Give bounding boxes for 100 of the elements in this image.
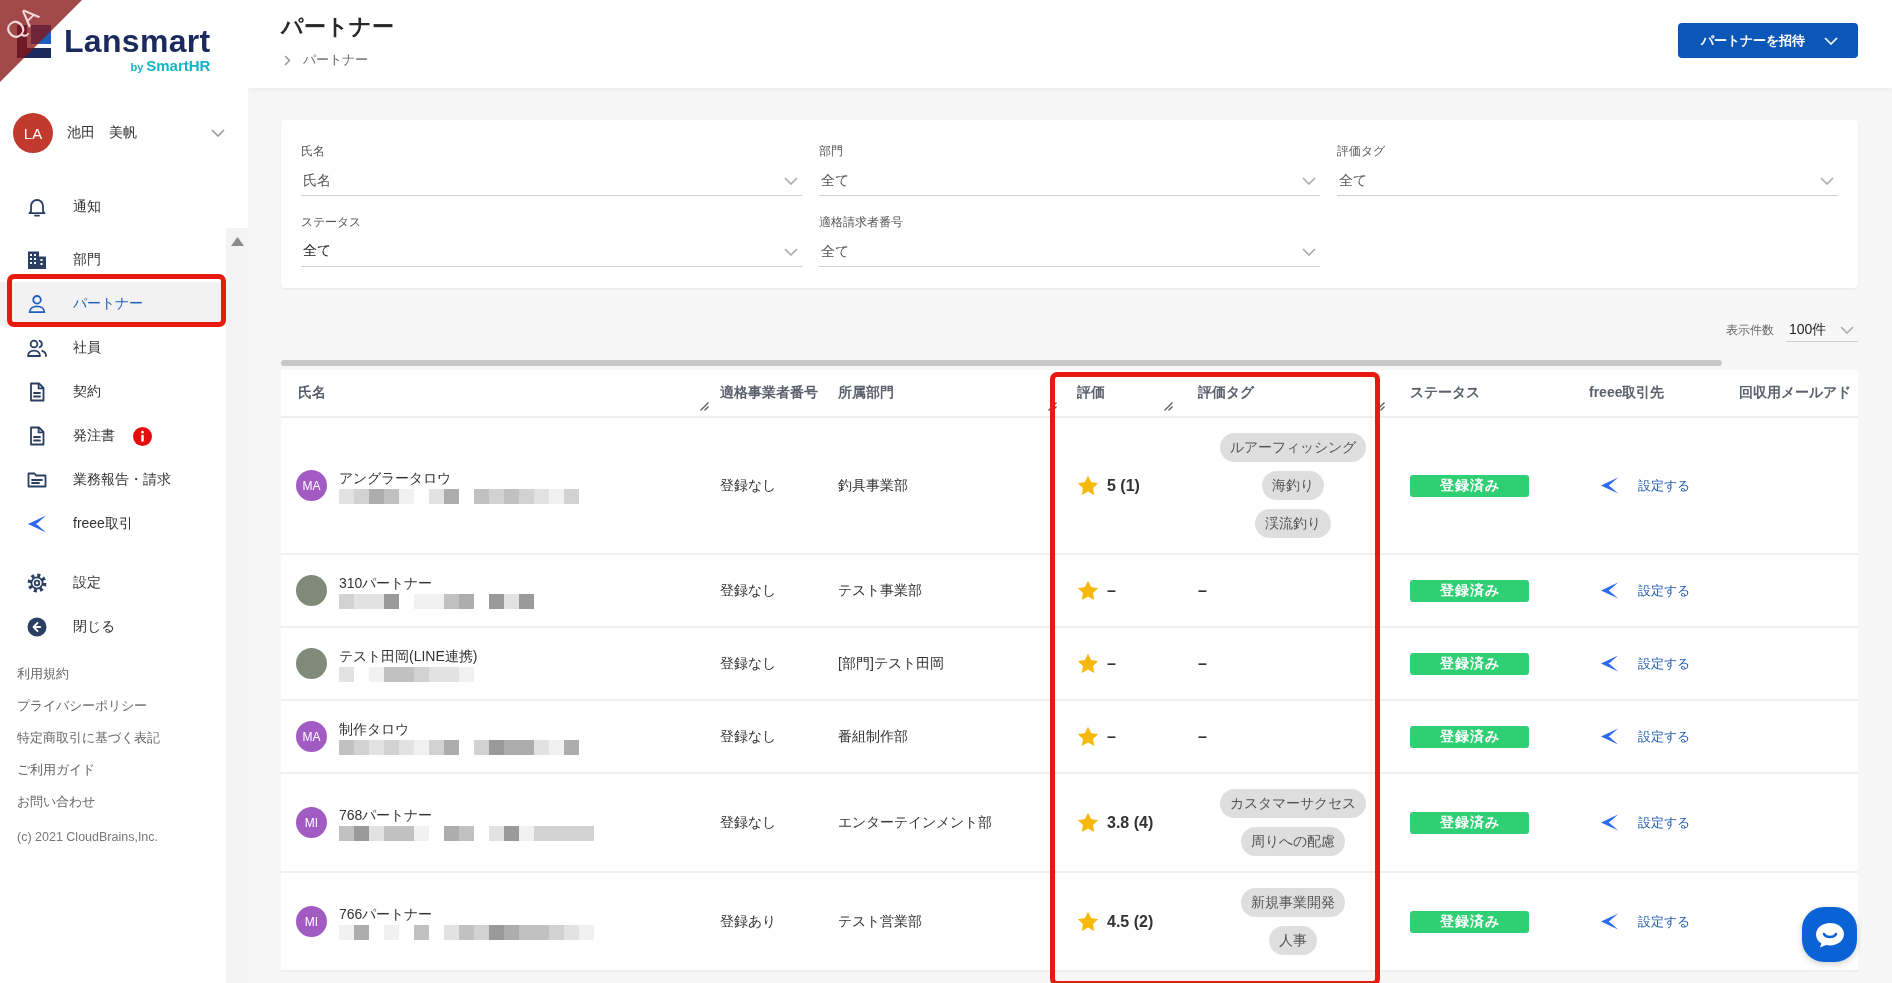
- tag: 人事: [1269, 926, 1317, 955]
- field-label: ステータス: [301, 215, 361, 230]
- footer-link[interactable]: 特定商取引に基づく表記: [17, 722, 160, 754]
- footer-link[interactable]: ご利用ガイド: [17, 754, 95, 786]
- chevron-down-icon: [1824, 36, 1838, 45]
- status-badge: 登録済み: [1410, 652, 1529, 675]
- document-icon: [27, 426, 47, 446]
- footer-link[interactable]: プライバシーポリシー: [17, 690, 147, 722]
- nav-item[interactable]: 設定: [0, 561, 226, 605]
- page-title: パートナー: [281, 13, 394, 41]
- column-header: 回収用メールアド: [1739, 384, 1851, 402]
- logo-brand: SmartHR: [146, 58, 211, 74]
- nav-item[interactable]: 通知: [0, 185, 226, 229]
- avatar-photo: [296, 575, 327, 606]
- column-header: 氏名: [298, 384, 326, 402]
- field-label: 表示件数: [1726, 321, 1774, 339]
- partner-name[interactable]: 766パートナー: [339, 903, 433, 924]
- setup-link[interactable]: 設定する: [1638, 476, 1690, 495]
- partner-name[interactable]: 制作タロウ: [339, 718, 409, 739]
- user-avatar: LA: [13, 113, 53, 153]
- arrowhead-icon: [1600, 581, 1619, 600]
- column-header: freee取引先: [1589, 384, 1665, 402]
- chevron-down-icon[interactable]: [1820, 177, 1834, 185]
- select-field[interactable]: 全て: [301, 236, 802, 267]
- chevron-down-icon[interactable]: [1302, 177, 1316, 185]
- select-field[interactable]: 全て: [819, 165, 1320, 196]
- page-size-select[interactable]: 100件: [1786, 318, 1858, 342]
- star-icon: [1077, 475, 1099, 496]
- setup-link[interactable]: 設定する: [1638, 654, 1690, 673]
- nav-item[interactable]: 部門: [0, 238, 226, 282]
- field-label: 適格請求者番号: [819, 215, 903, 230]
- tag: 周りへの配慮: [1241, 827, 1345, 856]
- star-icon: [1077, 580, 1099, 601]
- status-badge: 登録済み: [1410, 725, 1529, 748]
- rating-value: –: [1107, 581, 1116, 600]
- select-field[interactable]: 全て: [1337, 165, 1838, 196]
- scroll-up-icon[interactable]: [230, 237, 244, 246]
- nav-item[interactable]: 社員: [0, 326, 226, 370]
- avatar-photo: [296, 648, 327, 679]
- empty-value: –: [1198, 581, 1207, 600]
- select-field[interactable]: 氏名: [301, 165, 802, 196]
- left-arrow-circle-icon: [27, 617, 47, 637]
- partner-name[interactable]: 768パートナー: [339, 804, 433, 825]
- star-icon: [1077, 812, 1099, 833]
- field-label: 部門: [819, 144, 843, 159]
- rating-value: 5 (1): [1107, 476, 1140, 495]
- arrowhead-icon: [1600, 813, 1619, 832]
- setup-link[interactable]: 設定する: [1638, 813, 1690, 832]
- person-icon: [27, 294, 47, 314]
- tag: 渓流釣り: [1255, 509, 1331, 538]
- chevron-down-icon: [1840, 325, 1854, 334]
- nav-item[interactable]: 業務報告・請求: [0, 458, 226, 502]
- avatar: MI: [296, 807, 327, 838]
- chevron-down-icon[interactable]: [784, 248, 798, 256]
- nav-item[interactable]: 発注書: [0, 414, 226, 458]
- partner-name[interactable]: テスト田岡(LINE連携): [339, 645, 478, 666]
- setup-link[interactable]: 設定する: [1638, 727, 1690, 746]
- resize-handle-icon[interactable]: [700, 402, 709, 411]
- tag: カスタマーサクセス: [1220, 789, 1366, 818]
- column-header: 適格事業者番号: [720, 384, 818, 402]
- chevron-down-icon[interactable]: [784, 177, 798, 185]
- user-name: 池田 美帆: [67, 124, 137, 142]
- partner-name[interactable]: アングラータロウ: [339, 467, 451, 488]
- rating-value: 3.8 (4): [1107, 813, 1154, 832]
- rating-value: –: [1107, 654, 1116, 673]
- nav-item[interactable]: 閉じる: [0, 605, 226, 649]
- chevron-down-icon[interactable]: [211, 129, 225, 137]
- arrowhead-icon: [1600, 912, 1619, 931]
- nav-item[interactable]: 契約: [0, 370, 226, 414]
- status-badge: 登録済み: [1410, 811, 1529, 834]
- chevron-down-icon[interactable]: [1302, 248, 1316, 256]
- arrowhead-icon: [1600, 654, 1619, 673]
- chevron-right-icon: [284, 54, 291, 66]
- field-label: 氏名: [301, 144, 325, 159]
- people-icon: [27, 338, 47, 358]
- gear-icon: [27, 573, 47, 593]
- footer-link[interactable]: お問い合わせ: [17, 786, 95, 818]
- logo-byline: by: [130, 60, 144, 75]
- resize-handle-icon[interactable]: [1048, 402, 1057, 411]
- resize-handle-icon[interactable]: [1164, 402, 1173, 411]
- scrollbar-thumb[interactable]: [281, 360, 1722, 366]
- partner-name[interactable]: 310パートナー: [339, 572, 433, 593]
- footer-link[interactable]: 利用規約: [17, 658, 69, 690]
- rating-value: 4.5 (2): [1107, 912, 1154, 931]
- document-icon: [27, 382, 47, 402]
- arrowhead-icon: [1600, 476, 1619, 495]
- nav-item[interactable]: freee取引: [0, 502, 226, 546]
- rating-value: –: [1107, 727, 1116, 746]
- column-header: ステータス: [1410, 384, 1480, 402]
- setup-link[interactable]: 設定する: [1638, 581, 1690, 600]
- invite-button[interactable]: パートナーを招待: [1678, 23, 1858, 58]
- tag: 海釣り: [1262, 471, 1324, 500]
- empty-value: –: [1198, 727, 1207, 746]
- setup-link[interactable]: 設定する: [1638, 912, 1690, 931]
- column-header: 評価: [1077, 384, 1105, 402]
- tag: ルアーフィッシング: [1220, 433, 1366, 462]
- copyright-text: (c) 2021 CloudBrains,Inc.: [17, 829, 159, 846]
- select-field[interactable]: 全て: [819, 236, 1320, 267]
- building-icon: [27, 250, 47, 270]
- chat-icon: [1814, 921, 1845, 948]
